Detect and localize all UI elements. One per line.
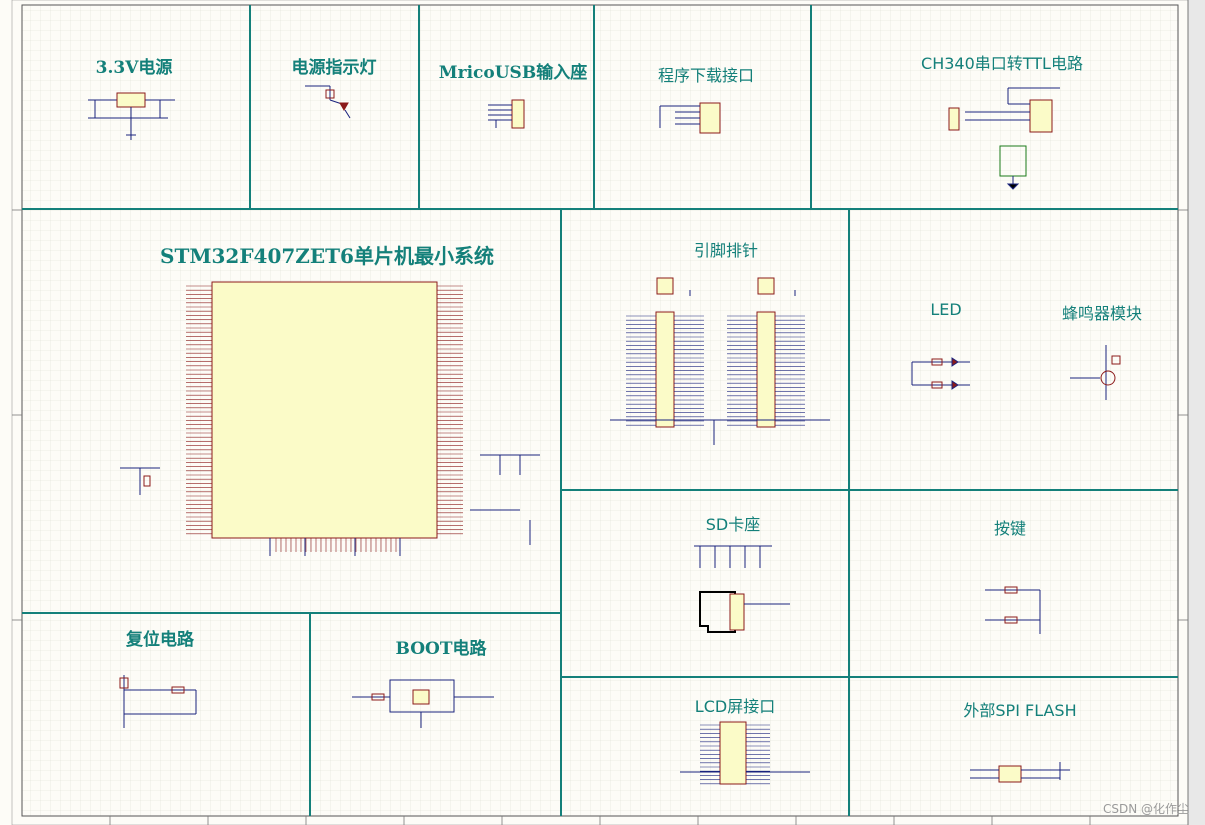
title-sd-card: SD卡座 xyxy=(705,515,761,534)
title-mcu: STM32F407ZET6单片机最小系统 xyxy=(160,244,494,268)
title-pin-header: 引脚排针 xyxy=(693,241,759,260)
title-ch340: CH340串口转TTL电路 xyxy=(921,54,1083,73)
title-reset: 复位电路 xyxy=(126,630,194,650)
title-power-33v: 3.3V电源 xyxy=(95,58,173,78)
title-keys: 按键 xyxy=(993,519,1027,538)
watermark: CSDN @化作尘 xyxy=(1102,802,1189,816)
title-power-led: 电源指示灯 xyxy=(291,58,377,78)
title-lcd: LCD屏接口 xyxy=(694,697,776,716)
title-led: LED xyxy=(930,300,962,319)
title-buzzer: 蜂鸣器模块 xyxy=(1061,304,1143,323)
title-spi-flash: 外部SPI FLASH xyxy=(963,701,1077,720)
sheet-grid xyxy=(22,5,1178,816)
title-download: 程序下载接口 xyxy=(657,66,755,85)
title-boot: BOOT电路 xyxy=(395,639,487,659)
title-micro-usb: MricoUSB输入座 xyxy=(438,63,588,83)
